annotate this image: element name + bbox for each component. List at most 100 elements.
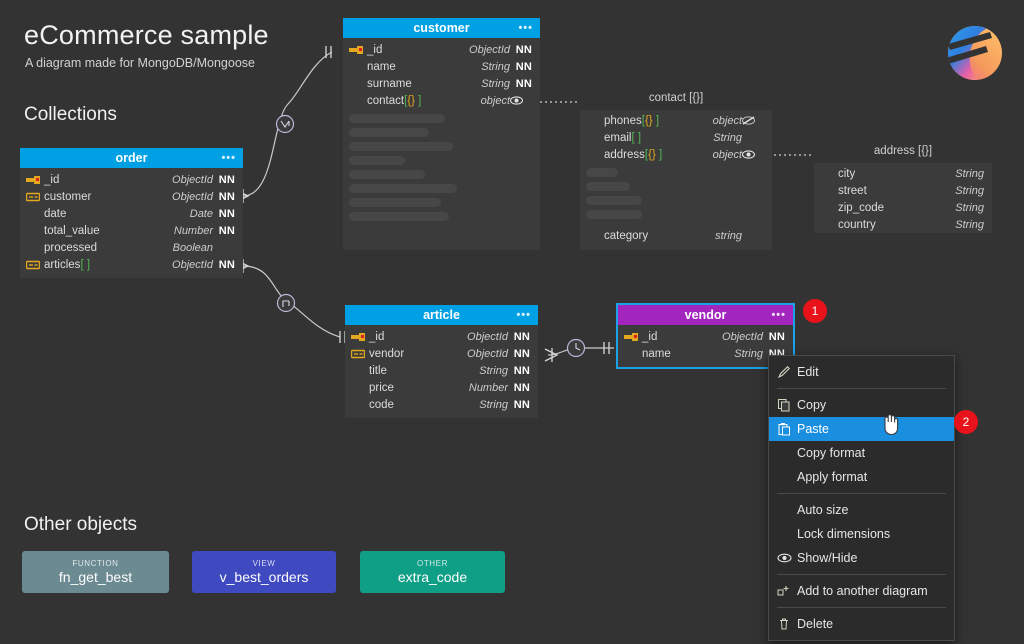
table-row[interactable]: surname String NN — [343, 75, 540, 92]
entity-title-vendor: vendor — [685, 308, 727, 322]
menu-item-label: Auto size — [797, 503, 848, 517]
table-row[interactable]: name String NN — [618, 345, 793, 362]
entity-article[interactable]: article ••• _id ObjectId NN vendor Objec… — [345, 305, 538, 418]
table-row[interactable]: street String — [814, 182, 992, 199]
menu-separator — [777, 607, 946, 608]
field-icon-none — [586, 132, 604, 144]
field-type: String — [709, 348, 763, 360]
field-name: category — [604, 230, 688, 242]
field-type: String — [930, 219, 984, 231]
menu-separator — [777, 388, 946, 389]
menu-item-delete[interactable]: Delete — [769, 612, 954, 636]
field-nn: NN — [763, 331, 785, 343]
field-name: country — [838, 219, 930, 231]
field-type: String — [930, 168, 984, 180]
entity-vendor[interactable]: vendor ••• _id ObjectId NN name String N… — [618, 305, 793, 367]
field-type: String — [456, 61, 510, 73]
field-name: vendor — [369, 348, 454, 360]
table-row[interactable]: customer ObjectId NN — [20, 188, 243, 205]
table-row[interactable]: country String — [814, 216, 992, 233]
field-type: Number — [454, 382, 508, 394]
entity-body-address: city String street String zip_code Strin… — [814, 163, 992, 238]
entity-customer[interactable]: customer ••• _id ObjectId NN name String… — [343, 18, 540, 250]
menu-item-auto-size[interactable]: Auto size — [769, 498, 954, 522]
entity-body-article: _id ObjectId NN vendor ObjectId NN title… — [345, 325, 538, 418]
menu-item-copy[interactable]: Copy — [769, 393, 954, 417]
table-row[interactable]: price Number NN — [345, 379, 538, 396]
table-row[interactable]: address[{} ] object — [580, 146, 772, 163]
entity-menu-dots-icon[interactable]: ••• — [516, 305, 531, 325]
menu-item-edit[interactable]: Edit — [769, 360, 954, 384]
menu-item-label: Apply format — [797, 470, 867, 484]
field-name: surname — [367, 78, 456, 90]
entity-order[interactable]: order ••• _id ObjectId NN customer Objec… — [20, 148, 243, 278]
entity-address[interactable]: address [{}] city String street String z… — [814, 163, 992, 233]
menu-item-add-to-another-diagram[interactable]: Add to another diagram — [769, 579, 954, 603]
table-row[interactable]: processed Boolean — [20, 239, 243, 256]
other-object-view[interactable]: VIEW v_best_orders — [192, 551, 336, 593]
placeholder-row — [349, 114, 445, 123]
eye-hidden-icon[interactable] — [742, 116, 764, 125]
table-row[interactable]: title String NN — [345, 362, 538, 379]
table-row[interactable]: _id ObjectId NN — [343, 41, 540, 58]
menu-item-copy-format[interactable]: Copy format — [769, 441, 954, 465]
primary-key-icon — [26, 174, 44, 186]
table-row[interactable]: code String NN — [345, 396, 538, 413]
entity-title-contact: contact [{}] — [580, 92, 772, 104]
entity-body-customer: _id ObjectId NN name String NN surname S… — [343, 38, 540, 226]
entity-contact[interactable]: contact [{}] phones[{} ] object email[ ]… — [580, 110, 772, 250]
eye-icon[interactable] — [510, 96, 532, 105]
menu-item-apply-format[interactable]: Apply format — [769, 465, 954, 489]
entity-menu-dots-icon[interactable]: ••• — [221, 148, 236, 168]
table-row[interactable]: _id ObjectId NN — [20, 171, 243, 188]
table-row[interactable]: category string — [580, 227, 772, 244]
menu-item-lock-dimensions[interactable]: Lock dimensions — [769, 522, 954, 546]
table-row[interactable]: date Date NN — [20, 205, 243, 222]
table-row[interactable]: _id ObjectId NN — [618, 328, 793, 345]
table-row[interactable]: _id ObjectId NN — [345, 328, 538, 345]
menu-item-label: Delete — [797, 617, 833, 631]
field-icon-none — [26, 242, 44, 254]
field-name: phones[{} ] — [604, 115, 688, 127]
menu-item-paste[interactable]: Paste — [769, 417, 954, 441]
field-icon-none — [820, 185, 838, 197]
field-name: processed — [44, 242, 159, 254]
field-type: object — [688, 115, 742, 127]
other-object-other[interactable]: OTHER extra_code — [360, 551, 505, 593]
trash-icon — [777, 617, 797, 631]
entity-body-contact: phones[{} ] object email[ ] String addre… — [580, 110, 772, 249]
field-name: _id — [642, 331, 709, 343]
entity-menu-dots-icon[interactable]: ••• — [518, 18, 533, 38]
table-row[interactable]: total_value Number NN — [20, 222, 243, 239]
table-row[interactable]: email[ ] String — [580, 129, 772, 146]
other-object-function[interactable]: FUNCTION fn_get_best — [22, 551, 169, 593]
field-name: city — [838, 168, 930, 180]
menu-item-show-hide[interactable]: Show/Hide — [769, 546, 954, 570]
menu-separator — [777, 493, 946, 494]
table-row[interactable]: name String NN — [343, 58, 540, 75]
entity-header-vendor[interactable]: vendor ••• — [618, 305, 793, 325]
table-row[interactable]: city String — [814, 165, 992, 182]
field-icon-none — [586, 115, 604, 127]
entity-header-customer[interactable]: customer ••• — [343, 18, 540, 38]
other-object-name: v_best_orders — [220, 569, 309, 586]
entity-title-article: article — [423, 308, 460, 322]
field-type: object — [456, 95, 510, 107]
table-row[interactable]: phones[{} ] object — [580, 112, 772, 129]
diagram-canvas[interactable]: eCommerce sample A diagram made for Mong… — [0, 0, 1024, 644]
entity-menu-dots-icon[interactable]: ••• — [771, 305, 786, 325]
table-row[interactable]: vendor ObjectId NN — [345, 345, 538, 362]
field-nn: NN — [510, 61, 532, 73]
entity-header-article[interactable]: article ••• — [345, 305, 538, 325]
table-row[interactable]: contact[{} ] object — [343, 92, 540, 109]
other-object-name: extra_code — [398, 569, 467, 586]
table-row[interactable]: zip_code String — [814, 199, 992, 216]
entity-title-customer: customer — [413, 21, 469, 35]
context-menu[interactable]: Edit Copy Paste Copy format Apply format… — [768, 355, 955, 641]
entity-header-order[interactable]: order ••• — [20, 148, 243, 168]
field-type: String — [454, 365, 508, 377]
table-row[interactable]: articles[ ] ObjectId NN — [20, 256, 243, 273]
field-nn: NN — [508, 382, 530, 394]
field-type: Boolean — [159, 242, 213, 254]
eye-icon[interactable] — [742, 150, 764, 159]
